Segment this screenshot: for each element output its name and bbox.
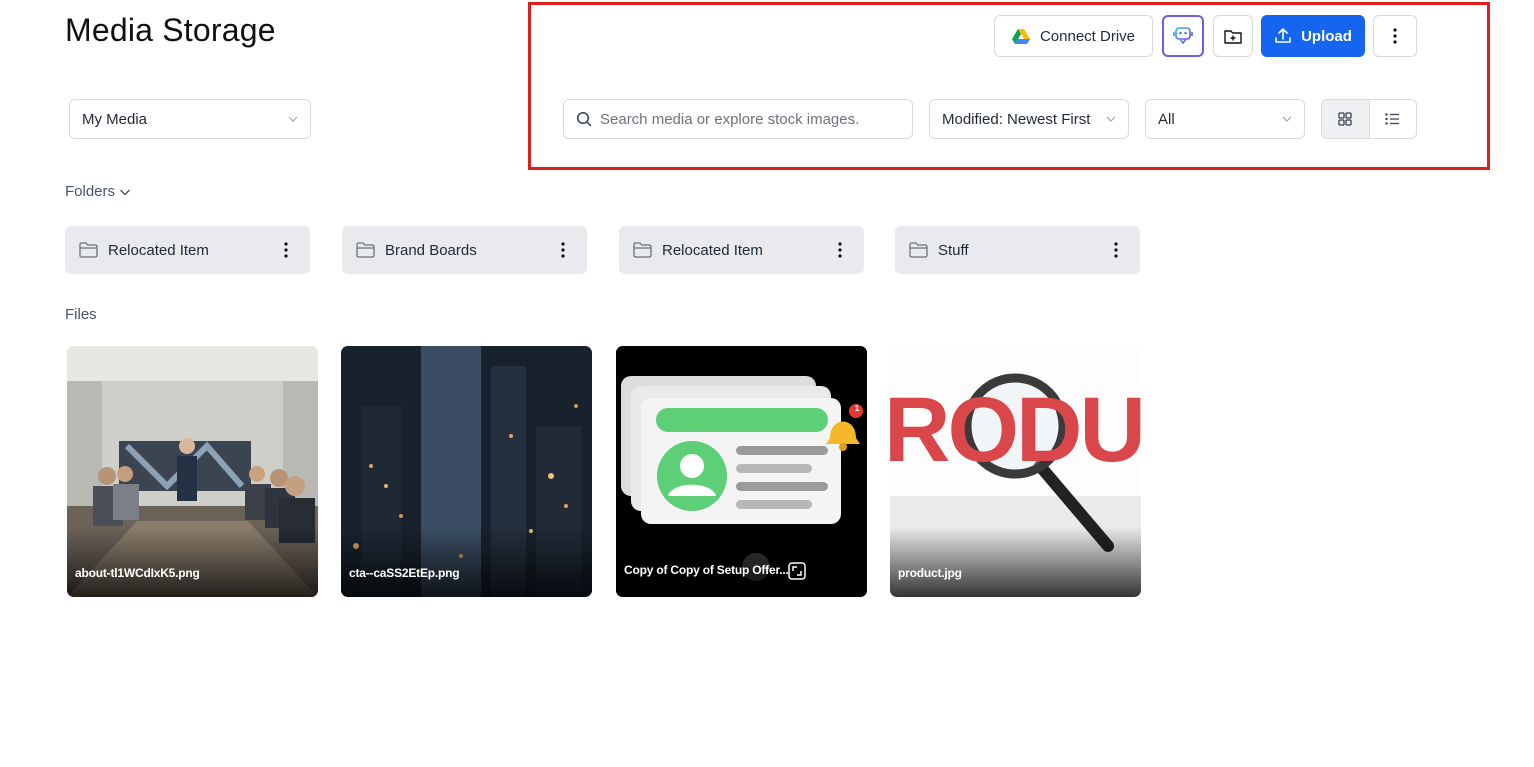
file-caption-overlay	[67, 527, 318, 597]
connect-drive-label: Connect Drive	[1039, 27, 1136, 45]
folder-plus-icon	[1224, 28, 1242, 44]
ai-assistant-button[interactable]	[1162, 15, 1204, 57]
folder-icon	[79, 242, 98, 258]
list-icon	[1385, 113, 1400, 125]
google-drive-icon	[1011, 28, 1030, 44]
folder-name: Brand Boards	[385, 241, 477, 259]
grid-icon	[1338, 112, 1352, 126]
search-input[interactable]	[598, 109, 892, 129]
view-toggle	[1321, 99, 1417, 139]
folder-card[interactable]: Stuff	[895, 226, 1140, 274]
files-section-label: Files	[65, 306, 97, 323]
page-title: Media Storage	[65, 12, 276, 48]
kebab-vertical-icon[interactable]	[830, 242, 850, 258]
folder-icon	[909, 242, 928, 258]
chevron-down-icon	[1106, 114, 1116, 124]
upload-button[interactable]: Upload	[1261, 15, 1365, 57]
file-caption-overlay	[341, 527, 592, 597]
product-word-graphic: RODUC	[890, 384, 1141, 476]
chevron-down-icon	[288, 114, 298, 124]
file-caption-overlay	[616, 527, 867, 597]
folder-icon	[356, 242, 375, 258]
folder-card[interactable]: Relocated Item	[619, 226, 864, 274]
list-view-button[interactable]	[1370, 100, 1417, 138]
search-icon	[576, 111, 592, 127]
file-card[interactable]: cta--caSS2EtEp.png	[341, 346, 592, 597]
expand-icon[interactable]	[788, 562, 806, 580]
chevron-down-icon	[1282, 114, 1292, 124]
new-folder-button[interactable]	[1213, 15, 1253, 57]
sort-value: Modified: Newest First	[942, 110, 1091, 128]
kebab-vertical-icon[interactable]	[1106, 242, 1126, 258]
folder-icon	[633, 242, 652, 258]
file-card[interactable]: RODUC product.jpg	[890, 346, 1141, 597]
sort-select[interactable]: Modified: Newest First	[929, 99, 1129, 139]
robot-assistant-icon	[1171, 24, 1195, 48]
folder-card[interactable]: Relocated Item	[65, 226, 310, 274]
file-card[interactable]: about-tl1WCdIxK5.png	[67, 346, 318, 597]
media-source-value: My Media	[82, 110, 148, 128]
file-card[interactable]: 1 Copy of Copy of Setup Offer...	[616, 346, 867, 597]
file-caption-overlay	[890, 527, 1141, 597]
kebab-vertical-icon	[1393, 28, 1397, 44]
folder-name: Relocated Item	[108, 241, 209, 259]
upload-label: Upload	[1301, 27, 1352, 45]
folders-section-toggle[interactable]: Folders	[65, 183, 131, 200]
upload-icon	[1274, 27, 1292, 45]
type-filter-value: All	[1158, 110, 1175, 128]
grid-view-button[interactable]	[1322, 100, 1370, 138]
more-options-button[interactable]	[1373, 15, 1417, 57]
folder-name: Relocated Item	[662, 241, 763, 259]
folder-card[interactable]: Brand Boards	[342, 226, 587, 274]
folders-section-label: Folders	[65, 183, 116, 200]
search-field[interactable]	[563, 99, 913, 139]
file-name: product.jpg	[898, 566, 962, 580]
file-name: Copy of Copy of Setup Offer...	[624, 563, 789, 577]
folder-name: Stuff	[938, 241, 969, 259]
file-name: cta--caSS2EtEp.png	[349, 566, 460, 580]
media-source-select[interactable]: My Media	[69, 99, 311, 139]
kebab-vertical-icon[interactable]	[276, 242, 296, 258]
kebab-vertical-icon[interactable]	[553, 242, 573, 258]
notification-badge-count: 1	[854, 404, 860, 413]
file-name: about-tl1WCdIxK5.png	[75, 566, 200, 580]
type-filter-select[interactable]: All	[1145, 99, 1305, 139]
connect-drive-button[interactable]: Connect Drive	[994, 15, 1153, 57]
chevron-down-icon	[119, 186, 131, 198]
